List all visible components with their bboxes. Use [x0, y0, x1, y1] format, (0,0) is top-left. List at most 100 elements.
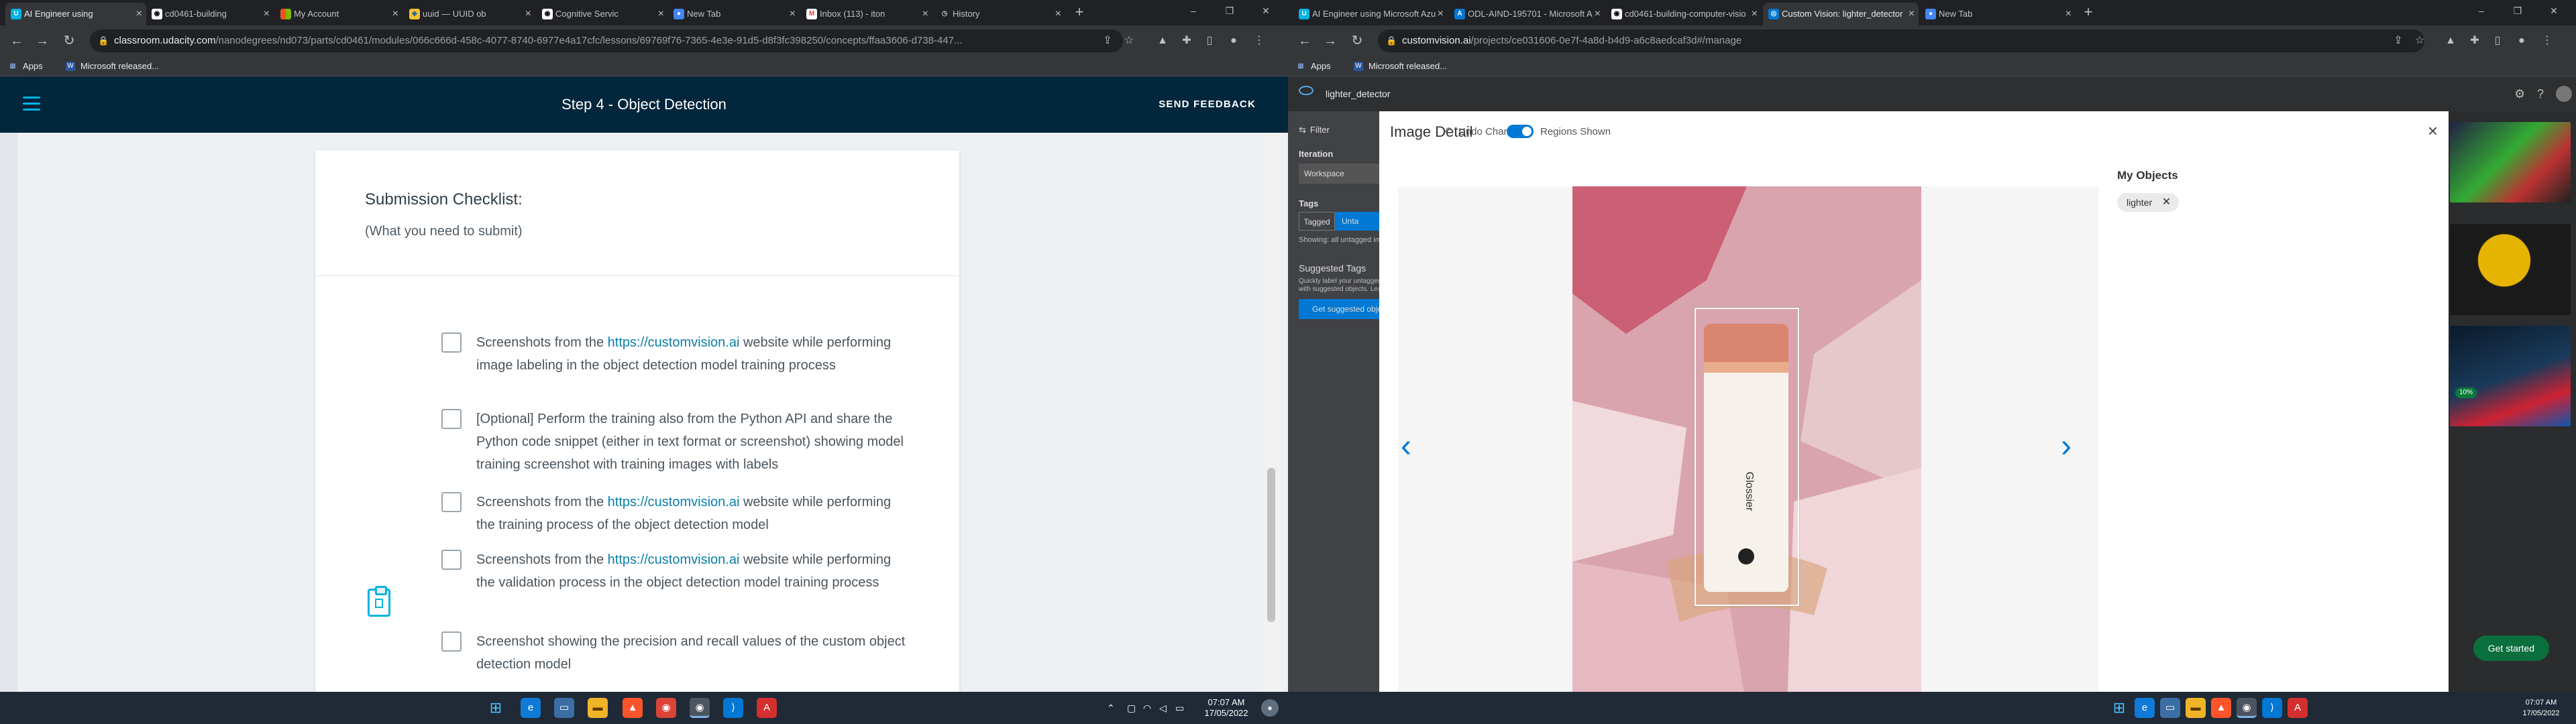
reload-icon[interactable]: ↻ [59, 31, 79, 51]
tagged-filter-button[interactable]: Tagged [1299, 212, 1335, 231]
windows-start-icon[interactable]: ⊞ [486, 698, 506, 718]
widgets-icon[interactable]: ▭ [554, 698, 574, 718]
taskbar-clock[interactable]: 07:07 AM 17/05/2022 [1193, 697, 1260, 719]
tab-github-cd0461[interactable]: ◉ cd0461-building-computer-visio × [1606, 3, 1762, 25]
taskbar-clock[interactable]: 07:07 AM 17/05/2022 [2508, 697, 2575, 719]
settings-gear-icon[interactable]: ⚙ [2514, 76, 2525, 111]
bookmark-apps[interactable]: ▦ Apps [8, 56, 42, 76]
close-icon[interactable]: × [790, 3, 796, 25]
tab-custom-vision[interactable]: ◎ Custom Vision: lighter_detector × [1763, 3, 1919, 25]
close-icon[interactable]: × [264, 3, 270, 25]
edge-icon[interactable]: e [521, 698, 541, 718]
thumbnail-image[interactable] [2450, 224, 2571, 315]
page-scrollbar[interactable] [1261, 133, 1281, 692]
brave-icon[interactable]: ▲ [2442, 32, 2459, 50]
close-window-icon[interactable]: ✕ [1250, 0, 1281, 21]
acrobat-icon[interactable]: A [2288, 698, 2308, 718]
regions-shown-toggle[interactable] [1507, 125, 1534, 138]
tab-history[interactable]: ◷ History × [934, 3, 1065, 25]
iteration-select[interactable]: Workspace [1299, 164, 1379, 184]
get-suggested-objects-button[interactable]: Get suggested obje [1299, 299, 1386, 319]
eye-icon[interactable] [1299, 86, 1313, 95]
vscode-icon[interactable]: ⟩ [723, 698, 743, 718]
tab-new-tab[interactable]: ● New Tab × [1920, 3, 2076, 25]
new-tab-icon[interactable]: + [2080, 4, 2097, 21]
bookmark-microsoft[interactable]: W Microsoft released... [66, 56, 159, 76]
bookmark-microsoft[interactable]: W Microsoft released... [1354, 56, 1447, 76]
thumbnail-image[interactable] [2450, 326, 2571, 426]
tab-odl-aind[interactable]: A ODL-AIND-195701 - Microsoft A × [1449, 3, 1605, 25]
acrobat-icon[interactable]: A [757, 698, 777, 718]
maximize-icon[interactable]: ❐ [2502, 0, 2533, 21]
scrollbar-thumb[interactable] [1267, 468, 1275, 622]
new-tab-icon[interactable]: + [1071, 4, 1088, 21]
back-icon[interactable]: ← [7, 31, 27, 51]
bookmark-apps[interactable]: ▦ Apps [1296, 56, 1330, 76]
widgets-icon[interactable]: ▭ [2160, 698, 2180, 718]
forward-icon[interactable]: → [1320, 31, 1340, 51]
maximize-icon[interactable]: ❐ [1214, 0, 1245, 21]
checkbox[interactable] [441, 492, 462, 512]
tray-chevron-icon[interactable]: ⌃ [1107, 692, 1115, 724]
user-avatar[interactable] [2556, 86, 2572, 102]
chevron-left-icon[interactable]: ‹ [1401, 428, 1411, 465]
bookmark-star-icon[interactable]: ☆ [1120, 32, 1138, 50]
battery-icon[interactable]: ▭ [1175, 692, 1184, 724]
vscode-icon[interactable]: ⟩ [2262, 698, 2282, 718]
sidebar-icon[interactable]: ▯ [1201, 32, 1218, 50]
close-icon[interactable]: × [658, 3, 664, 25]
get-started-button[interactable]: Get started [2473, 636, 2549, 661]
close-icon[interactable]: × [922, 3, 928, 25]
wifi-icon[interactable]: ◠ [1143, 692, 1151, 724]
sidebar-icon[interactable]: ▯ [2489, 32, 2506, 50]
checkbox[interactable] [441, 409, 462, 429]
close-icon[interactable]: × [1909, 3, 1915, 25]
close-icon[interactable]: × [1595, 3, 1601, 25]
object-tag-chip[interactable]: lighter ✕ [2117, 193, 2180, 212]
customvision-link[interactable]: https://customvision.ai [608, 495, 740, 509]
notification-badge[interactable]: ● [1261, 699, 1279, 717]
clipboard-icon[interactable] [368, 586, 390, 617]
thumbnail-image[interactable] [2450, 122, 2571, 202]
send-feedback-button[interactable]: SEND FEEDBACK [1159, 76, 1256, 133]
menu-dots-icon[interactable]: ⋮ [1250, 32, 1268, 50]
minimize-icon[interactable]: – [2466, 0, 2497, 21]
customvision-link[interactable]: https://customvision.ai [608, 552, 740, 567]
address-bar[interactable]: 🔒 classroom.udacity.com/nanodegrees/nd073… [90, 29, 1123, 52]
share-icon[interactable]: ⇪ [1099, 32, 1116, 50]
remove-tag-icon[interactable]: ✕ [2162, 193, 2171, 212]
project-name[interactable]: lighter_detector [1326, 76, 1391, 111]
forward-icon[interactable]: → [32, 31, 52, 51]
brave-browser-icon[interactable]: ▲ [623, 698, 643, 718]
close-icon[interactable]: × [392, 3, 398, 25]
chevron-right-icon[interactable]: › [2061, 428, 2072, 465]
file-explorer-icon[interactable]: ▬ [2186, 698, 2206, 718]
close-window-icon[interactable]: ✕ [2538, 0, 2569, 21]
tray-network-icon[interactable]: ▢ [1127, 692, 1136, 724]
help-icon[interactable]: ? [2537, 76, 2544, 111]
tab-ai-engineer[interactable]: U AI Engineer using Microsoft Azu × [1293, 3, 1448, 25]
address-bar[interactable]: 🔒 customvision.ai/projects/ce031606-0e7f-… [1378, 29, 2424, 52]
profile-avatar[interactable]: ● [1225, 32, 1242, 50]
share-icon[interactable]: ⇪ [2390, 32, 2407, 50]
volume-icon[interactable]: ◁ [1159, 692, 1167, 724]
chrome-icon[interactable]: ◉ [656, 698, 676, 718]
customvision-link[interactable]: https://customvision.ai [608, 335, 740, 350]
tab-inbox[interactable]: M Inbox (113) - iton × [801, 3, 932, 25]
menu-dots-icon[interactable]: ⋮ [2538, 32, 2556, 50]
tab-github[interactable]: ◉ cd0461-building × [146, 3, 274, 25]
filter-label[interactable]: ⇆ Filter [1299, 125, 1330, 135]
reload-icon[interactable]: ↻ [1347, 31, 1367, 51]
tab-my-account[interactable]: My Account × [275, 3, 402, 25]
edge-icon[interactable]: e [2135, 698, 2155, 718]
chrome-active-icon[interactable]: ◉ [690, 698, 710, 718]
close-icon[interactable]: × [1055, 3, 1061, 25]
profile-avatar[interactable]: ● [2513, 32, 2530, 50]
file-explorer-icon[interactable]: ▬ [588, 698, 608, 718]
chrome-active-icon[interactable]: ◉ [2237, 698, 2257, 718]
windows-start-icon[interactable]: ⊞ [2109, 698, 2129, 718]
minimize-icon[interactable]: – [1178, 0, 1209, 21]
region-bounding-box[interactable] [1695, 308, 1799, 606]
untagged-filter-button[interactable]: Unta [1335, 212, 1382, 231]
checkbox[interactable] [441, 631, 462, 652]
